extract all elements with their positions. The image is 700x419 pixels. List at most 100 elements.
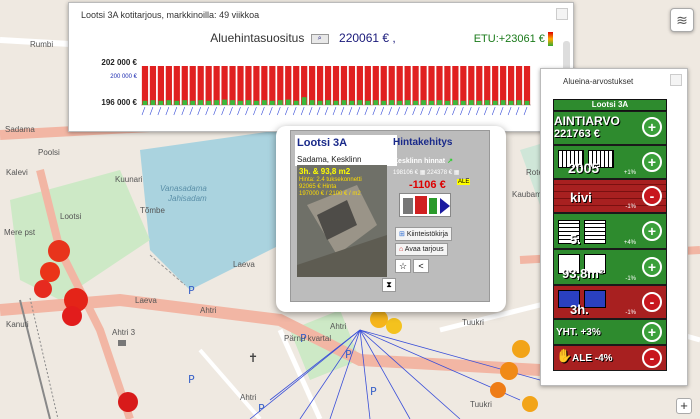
valuation-total: YHT. +3%	[556, 327, 601, 338]
photo-details: Hinta: 2.4 tuksekonnetti 92065 € Hinta 1…	[299, 177, 362, 198]
open-offer-button[interactable]: ⌂ Avaa tarjous	[395, 243, 448, 256]
valuation-panel: Alueina-arvostukset Lootsi 3A AINTIARVO …	[540, 68, 688, 386]
price-bar	[261, 66, 268, 105]
close-icon[interactable]	[556, 8, 568, 20]
chart-panel-title: Lootsi 3A kotitarjous, markkinoilla: 49 …	[81, 10, 260, 20]
comparison-bar	[445, 100, 450, 105]
comparison-bar	[365, 100, 371, 105]
house-icon: ⌂	[399, 246, 404, 253]
valuation-header: Lootsi 3A	[553, 99, 667, 111]
price-bar	[364, 66, 371, 105]
price-bar	[181, 66, 188, 105]
x-tick	[284, 106, 289, 116]
comparison-bar	[214, 100, 219, 105]
valuation-row: 2005 +1% +	[553, 145, 667, 179]
minus-icon[interactable]: -	[642, 292, 662, 312]
listing-marker[interactable]	[48, 240, 70, 262]
x-tick	[245, 106, 249, 116]
listing-marker[interactable]	[62, 306, 82, 326]
price-bar	[428, 66, 435, 105]
comparison-bar	[357, 100, 363, 105]
price-bar	[309, 66, 316, 105]
map-label: Kalevi	[6, 168, 28, 177]
valuation-row: ✋ ALE -4% -	[553, 345, 667, 371]
price-bar	[476, 66, 483, 105]
map-label: Kuunari	[115, 175, 143, 184]
comparison-bar	[206, 100, 212, 105]
price-bar	[213, 66, 220, 105]
x-tick	[364, 106, 369, 116]
comparison-bar	[389, 100, 395, 105]
price-bar	[189, 66, 196, 105]
valuation-percent: +4%	[623, 240, 636, 246]
x-tick	[523, 106, 528, 116]
price-bar	[460, 66, 467, 105]
valuation-percent: +1%	[623, 170, 636, 176]
minus-icon[interactable]: -	[642, 348, 662, 368]
price-bar-chart: 202 000 € 200 000 € 196 000 €	[101, 58, 531, 116]
listing-marker[interactable]	[118, 392, 138, 412]
listing-marker[interactable]	[500, 362, 518, 380]
photo-detail-line: 197000 € / 2100 € / m2	[299, 191, 361, 197]
photo-detail-line: Hinta: 2.4 tuksekonnetti	[299, 177, 362, 183]
x-tick	[396, 106, 400, 116]
listing-marker[interactable]	[512, 340, 530, 358]
plus-icon[interactable]: +	[642, 221, 662, 241]
comparison-bar	[309, 100, 315, 105]
comparison-bar	[397, 100, 403, 105]
plus-icon[interactable]: +	[642, 322, 662, 342]
valuation-label: 93,8m²	[562, 266, 604, 281]
listing-marker[interactable]	[490, 382, 506, 398]
valuation-label: AINTIARVO	[554, 114, 620, 128]
price-bar	[507, 66, 515, 105]
price-bar	[332, 66, 340, 105]
valuation-label: 5.	[570, 232, 581, 247]
listing-marker[interactable]	[40, 262, 60, 282]
close-icon[interactable]	[670, 74, 682, 86]
listing-marker[interactable]	[522, 396, 538, 412]
comparison-bar	[429, 100, 434, 105]
x-tick	[507, 106, 512, 116]
x-tick	[468, 106, 472, 116]
plus-icon[interactable]: +	[642, 152, 662, 172]
comparison-bar	[500, 100, 506, 105]
price-bar	[515, 66, 523, 105]
x-tick	[420, 106, 424, 116]
map-label: Ahtri	[240, 393, 257, 402]
minus-icon[interactable]: -	[642, 186, 662, 206]
share-icon[interactable]: <	[413, 259, 429, 273]
map-label: Jahisadam	[168, 194, 207, 203]
hourglass-icon[interactable]: ⧗	[382, 278, 396, 292]
valuation-label: 2005	[568, 160, 600, 176]
property-photo[interactable]: 3h. & 93,8 m2 Hinta: 2.4 tuksekonnetti 9…	[297, 165, 387, 277]
x-tick	[277, 106, 281, 116]
price-bar	[149, 66, 157, 105]
district-prices-text: Kesklinn hinnat	[393, 158, 446, 165]
plus-icon[interactable]: +	[642, 257, 662, 277]
svg-text:✝: ✝	[248, 351, 258, 365]
comparison-bar	[349, 100, 355, 105]
x-tick	[412, 106, 416, 116]
zoom-in-button[interactable]: +	[676, 398, 692, 414]
x-tick	[205, 106, 209, 116]
comparison-bar	[333, 100, 339, 105]
listing-marker[interactable]	[386, 318, 402, 334]
favorite-star-icon[interactable]: ☆	[395, 259, 411, 273]
building-icon: ▦	[453, 170, 460, 176]
comparison-bar	[269, 100, 275, 105]
layers-icon[interactable]: ≋	[670, 8, 694, 32]
valuation-row: 93,8m² -1% +	[553, 249, 667, 285]
price-bar	[141, 66, 149, 105]
comparison-bar	[222, 99, 227, 105]
comparison-bar	[190, 100, 196, 105]
listing-marker[interactable]	[34, 280, 52, 298]
map-label: Kanuti	[6, 320, 29, 329]
comparison-bar	[508, 100, 514, 105]
plus-icon[interactable]: +	[642, 117, 662, 137]
comparison-bar	[437, 100, 442, 105]
property-register-button[interactable]: ⊞ Kiinteistökirja	[395, 227, 453, 241]
price-bar	[285, 66, 292, 105]
x-tick	[452, 106, 456, 116]
valuation-percent: -1%	[625, 310, 636, 316]
x-tick	[173, 106, 178, 116]
